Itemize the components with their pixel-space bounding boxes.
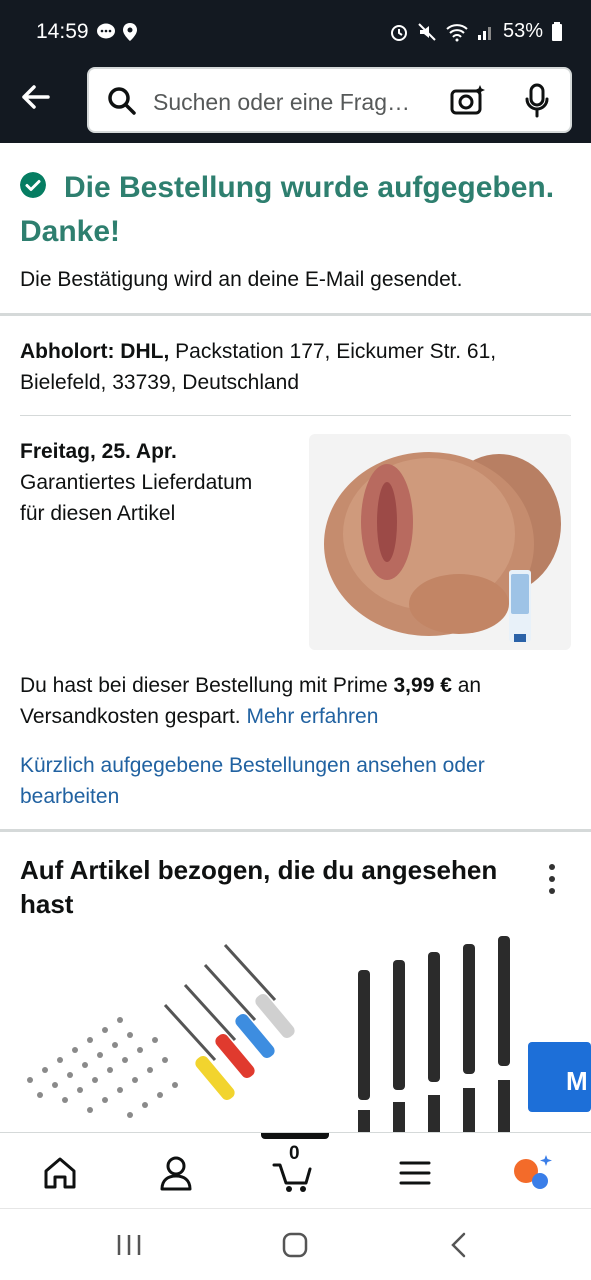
svg-text:M: M [566, 1066, 588, 1096]
rufus-assistant-icon[interactable] [510, 1151, 554, 1195]
recommendation-products: M [27, 936, 591, 1132]
cart-button[interactable]: 0 [272, 1143, 316, 1195]
system-navigation [0, 1208, 591, 1280]
prime-savings: Du hast bei dieser Bestellung mit Prime … [20, 670, 571, 732]
microphone-icon[interactable] [524, 83, 550, 119]
check-circle-icon [20, 172, 46, 198]
confirmation-subtitle: Die Bestätigung wird an deine E-Mail ges… [20, 268, 463, 291]
recommendations-title: Auf Artikel bezogen, die du angesehen ha… [20, 855, 498, 919]
status-bar: 14:59 53% [0, 0, 591, 64]
mute-icon [418, 22, 436, 41]
black-screws-product [358, 936, 510, 1132]
cart-count: 0 [289, 1143, 300, 1164]
search-bar[interactable]: Suchen oder eine Frag… [87, 67, 572, 133]
alarm-icon [390, 24, 407, 41]
menu-icon[interactable] [393, 1151, 437, 1195]
pickup-label: Abholort: DHL, [20, 340, 170, 363]
chat-bubble-icon [97, 23, 115, 39]
delivery-note: Garantiertes Lieferdatum für diesen Arti… [20, 471, 253, 525]
more-options-icon[interactable] [542, 864, 562, 898]
account-icon[interactable] [154, 1151, 198, 1195]
search-icon [108, 87, 136, 115]
camera-search-icon[interactable] [450, 83, 486, 117]
pickup-location: Abholort: DHL, Packstation 177, Eickumer… [20, 336, 571, 398]
recommendations-carousel[interactable]: M [0, 930, 591, 1132]
section-divider [0, 313, 591, 316]
wifi-icon [446, 23, 468, 41]
confirmation-title: Die Bestellung wurde aufgegeben. Danke! [20, 171, 555, 248]
back-arrow-icon[interactable] [18, 80, 52, 114]
screw-set-product [27, 1017, 178, 1118]
recent-apps-icon[interactable] [116, 1233, 142, 1257]
delivery-date: Freitag, 25. Apr. [20, 440, 177, 463]
section-divider [0, 829, 591, 832]
divider [20, 415, 571, 416]
recent-orders-link[interactable]: Kürzlich aufgegebene Bestellungen ansehe… [20, 750, 571, 812]
battery-icon [552, 21, 562, 41]
app-header: Suchen oder eine Frag… [0, 64, 591, 143]
battery-percent: 53% [502, 20, 543, 42]
signal-icon [477, 26, 491, 40]
prime-amount: 3,99 € [393, 674, 452, 697]
delivery-info: Freitag, 25. Apr. Garantiertes Lieferdat… [20, 436, 280, 529]
home-icon[interactable] [38, 1151, 82, 1195]
screwdriver-product [163, 943, 295, 1100]
prime-text-before: Du hast bei dieser Bestellung mit Prime [20, 674, 394, 697]
product-illustration [324, 452, 561, 642]
order-confirmation: Die Bestellung wurde aufgegeben. Danke! … [20, 166, 571, 292]
search-input[interactable]: Suchen oder eine Frag… [153, 89, 410, 116]
bottom-navigation: 0 [0, 1132, 591, 1208]
home-system-icon[interactable] [281, 1231, 309, 1259]
product-image[interactable] [309, 434, 571, 650]
location-icon [123, 23, 137, 41]
back-system-icon[interactable] [448, 1231, 468, 1259]
status-time: 14:59 [36, 20, 89, 43]
learn-more-link[interactable]: Mehr erfahren [246, 705, 378, 728]
active-tab-indicator [261, 1133, 329, 1139]
